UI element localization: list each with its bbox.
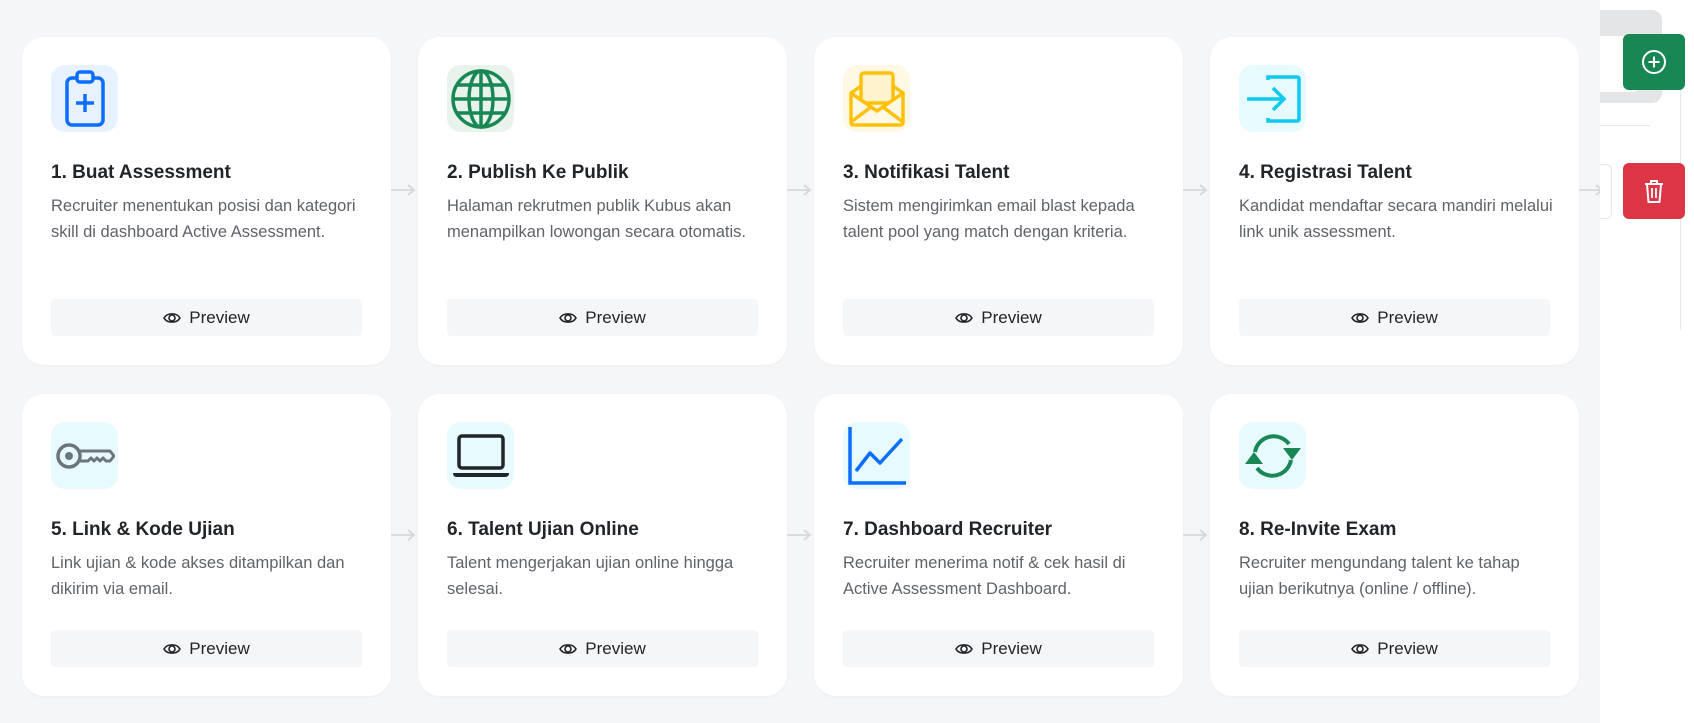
step-card-3: 3. Notifikasi Talent Sistem mengirimkan … xyxy=(814,37,1183,365)
preview-button[interactable]: Preview xyxy=(843,630,1154,667)
eye-icon xyxy=(955,312,974,323)
add-step-button[interactable] xyxy=(1623,34,1685,90)
flow-canvas: 1. Buat Assessment Recruiter menentukan … xyxy=(0,0,1604,723)
sidebar-field[interactable] xyxy=(1600,164,1612,219)
preview-button[interactable]: Preview xyxy=(843,299,1154,336)
step-title: 2. Publish Ke Publik xyxy=(447,162,629,183)
preview-label: Preview xyxy=(1377,638,1438,658)
connector-arrow-icon xyxy=(391,184,416,196)
connector-arrow-icon xyxy=(1183,529,1208,541)
preview-label: Preview xyxy=(585,307,646,327)
step-description: Talent mengerjakan ujian online hingga s… xyxy=(447,554,734,598)
preview-label: Preview xyxy=(981,638,1042,658)
step-card-2: 2. Publish Ke Publik Halaman rekrutmen p… xyxy=(418,37,787,365)
eye-icon xyxy=(1351,643,1370,654)
eye-icon xyxy=(1351,312,1370,323)
eye-icon xyxy=(559,643,578,654)
box-arrow-in-right-icon xyxy=(1239,65,1306,132)
clipboard-plus-icon xyxy=(51,65,118,132)
graph-up-icon xyxy=(843,422,910,489)
connector-arrow-icon xyxy=(787,184,812,196)
preview-button[interactable]: Preview xyxy=(51,299,362,336)
preview-button[interactable]: Preview xyxy=(1239,299,1550,336)
step-title: 1. Buat Assessment xyxy=(51,162,231,183)
key-icon xyxy=(51,422,118,489)
step-description: Halaman rekrutmen publik Kubus akan mena… xyxy=(447,197,746,241)
step-description: Link ujian & kode akses ditampilkan dan … xyxy=(51,554,345,598)
eye-icon xyxy=(559,312,578,323)
connector-arrow-icon xyxy=(391,529,416,541)
envelope-open-icon xyxy=(843,65,910,132)
preview-label: Preview xyxy=(585,638,646,658)
step-description: Sistem mengirimkan email blast kepada ta… xyxy=(843,197,1135,241)
laptop-icon xyxy=(447,422,514,489)
step-card-1: 1. Buat Assessment Recruiter menentukan … xyxy=(22,37,391,365)
preview-label: Preview xyxy=(189,307,250,327)
connector-arrow-icon xyxy=(1183,184,1208,196)
step-title: 4. Registrasi Talent xyxy=(1239,162,1412,183)
trash-icon xyxy=(1645,180,1663,203)
delete-step-button[interactable] xyxy=(1623,163,1685,219)
step-card-6: 6. Talent Ujian Online Talent mengerjaka… xyxy=(418,394,787,696)
step-card-8: 8. Re-Invite Exam Recruiter mengundang t… xyxy=(1210,394,1579,696)
connector-arrow-icon xyxy=(787,529,812,541)
preview-label: Preview xyxy=(1377,307,1438,327)
step-card-5: 5. Link & Kode Ujian Link ujian & kode a… xyxy=(22,394,391,696)
preview-button[interactable]: Preview xyxy=(1239,630,1550,667)
step-title: 5. Link & Kode Ujian xyxy=(51,519,235,540)
eye-icon xyxy=(163,312,182,323)
step-title: 3. Notifikasi Talent xyxy=(843,162,1010,183)
step-description: Kandidat mendaftar secara mandiri melalu… xyxy=(1239,197,1553,241)
preview-button[interactable]: Preview xyxy=(447,630,758,667)
step-card-4: 4. Registrasi Talent Kandidat mendaftar … xyxy=(1210,37,1579,365)
preview-label: Preview xyxy=(981,307,1042,327)
eye-icon xyxy=(163,643,182,654)
preview-label: Preview xyxy=(189,638,250,658)
sidebar-divider xyxy=(1600,125,1650,126)
step-description: Recruiter menerima notif & cek hasil di … xyxy=(843,554,1126,598)
step-title: 6. Talent Ujian Online xyxy=(447,519,639,540)
step-description: Recruiter menentukan posisi dan kategori… xyxy=(51,197,356,241)
step-title: 8. Re-Invite Exam xyxy=(1239,519,1397,540)
globe-icon xyxy=(447,65,514,132)
step-description: Recruiter mengundang talent ke tahap uji… xyxy=(1239,554,1520,598)
preview-button[interactable]: Preview xyxy=(51,630,362,667)
arrow-repeat-icon xyxy=(1239,422,1306,489)
plus-circle-icon xyxy=(1642,50,1666,74)
step-card-7: 7. Dashboard Recruiter Recruiter menerim… xyxy=(814,394,1183,696)
preview-button[interactable]: Preview xyxy=(447,299,758,336)
eye-icon xyxy=(955,643,974,654)
step-title: 7. Dashboard Recruiter xyxy=(843,519,1053,540)
